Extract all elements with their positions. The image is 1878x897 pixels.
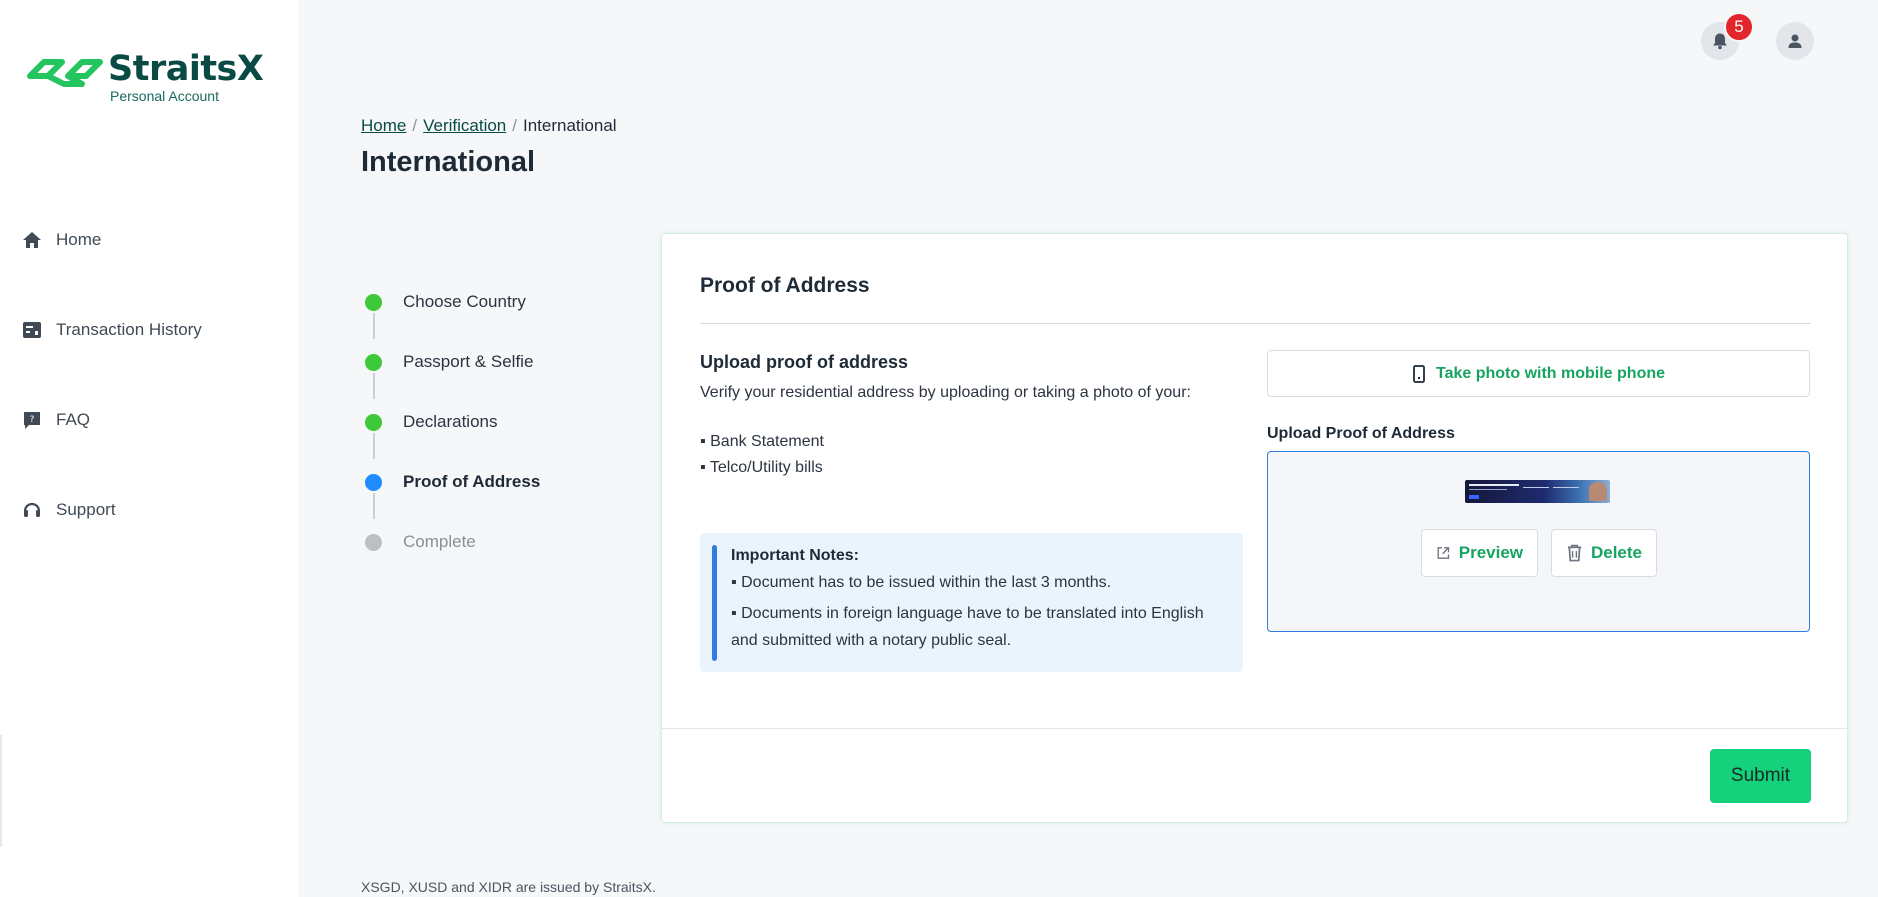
- sidebar-item-support[interactable]: Support: [0, 465, 298, 555]
- step-label: Passport & Selfie: [403, 352, 534, 371]
- notes-item: ▪ Documents in foreign language have to …: [731, 605, 1204, 649]
- card-title: Proof of Address: [700, 274, 870, 297]
- document-type-item: ▪ Telco/Utility bills: [700, 459, 823, 476]
- sidebar-item-transaction-history[interactable]: Transaction History: [0, 285, 298, 375]
- upload-instructions: Upload proof of address Verify your resi…: [700, 352, 1243, 481]
- uploaded-file-thumbnail: [1465, 480, 1610, 503]
- sidebar: StraitsX Personal Account Home Transacti…: [0, 0, 298, 897]
- notes-title: Important Notes:: [731, 547, 859, 564]
- notes-item: ▪ Document has to be issued within the l…: [731, 574, 1112, 591]
- sidebar-item-label: Support: [56, 500, 116, 519]
- trash-icon: [1567, 544, 1582, 562]
- step-status-dot: [365, 353, 382, 371]
- page-title: International: [361, 146, 536, 178]
- brand-subtitle: Personal Account: [110, 88, 219, 104]
- step-declarations: Declarations: [365, 392, 540, 459]
- notification-count-badge: 5: [1724, 12, 1754, 42]
- straitsx-logo-icon: [27, 59, 103, 87]
- document-type-item: ▪ Bank Statement: [700, 433, 824, 450]
- notes-accent-bar: [712, 545, 717, 661]
- step-status-dot: [365, 473, 382, 491]
- sidebar-item-home[interactable]: Home: [0, 195, 298, 285]
- breadcrumb-verification-link[interactable]: Verification: [423, 116, 506, 136]
- step-status-dot: [365, 413, 382, 431]
- preview-button[interactable]: Preview: [1421, 529, 1538, 577]
- proof-of-address-card: Proof of Address Upload proof of address…: [661, 233, 1848, 823]
- brand-logo[interactable]: StraitsX Personal Account: [24, 49, 264, 104]
- step-complete: Complete: [365, 512, 540, 572]
- svg-text:?: ?: [30, 415, 35, 425]
- footer-disclaimer: XSGD, XUSD and XIDR are issued by Strait…: [361, 879, 656, 895]
- upload-dropzone[interactable]: Preview Delete: [1267, 451, 1810, 632]
- upload-panel: Take photo with mobile phone Upload Proo…: [1267, 350, 1810, 632]
- breadcrumb-home-link[interactable]: Home: [361, 116, 406, 136]
- step-label: Choose Country: [403, 292, 526, 311]
- step-proof-of-address: Proof of Address: [365, 452, 541, 519]
- sidebar-edge-divider: [0, 735, 2, 847]
- document-type-list: ▪ Bank Statement ▪ Telco/Utility bills: [700, 429, 1243, 481]
- sidebar-nav: Home Transaction History ? FAQ Support: [0, 195, 298, 555]
- receipt-icon: [20, 318, 44, 342]
- submit-button[interactable]: Submit: [1710, 749, 1811, 803]
- sidebar-item-label: Home: [56, 230, 102, 249]
- upload-actions: Preview Delete: [1421, 529, 1657, 577]
- upload-field-label: Upload Proof of Address: [1267, 425, 1455, 442]
- mobile-phone-icon: [1413, 364, 1425, 383]
- step-label: Complete: [403, 532, 476, 551]
- delete-button[interactable]: Delete: [1551, 529, 1657, 577]
- important-notes: Important Notes: ▪ Document has to be is…: [700, 533, 1243, 672]
- step-status-dot: [365, 293, 382, 311]
- brand-name: StraitsX: [108, 49, 264, 89]
- headset-icon: [20, 498, 44, 522]
- breadcrumb-separator: /: [512, 116, 517, 135]
- breadcrumb-separator: /: [412, 116, 418, 135]
- step-label: Declarations: [403, 412, 498, 431]
- card-footer-divider: [662, 728, 1847, 729]
- card-divider: [700, 323, 1811, 324]
- take-photo-button[interactable]: Take photo with mobile phone: [1267, 350, 1810, 397]
- user-icon: [1788, 34, 1802, 48]
- step-choose-country: Choose Country: [365, 272, 540, 339]
- sidebar-item-label: Transaction History: [56, 320, 202, 339]
- step-label: Proof of Address: [403, 472, 541, 491]
- delete-label: Delete: [1590, 543, 1642, 562]
- upload-description: Verify your residential address by uploa…: [700, 384, 1191, 401]
- sidebar-item-label: FAQ: [56, 410, 91, 429]
- sidebar-item-faq[interactable]: ? FAQ: [0, 375, 298, 465]
- step-passport-selfie: Passport & Selfie: [365, 332, 540, 399]
- home-icon: [20, 228, 44, 252]
- profile-button[interactable]: [1776, 22, 1814, 60]
- preview-label: Preview: [1458, 543, 1523, 562]
- take-photo-label: Take photo with mobile phone: [1435, 364, 1666, 382]
- step-status-dot: [365, 533, 382, 551]
- upload-title: Upload proof of address: [700, 352, 909, 372]
- breadcrumb-current: International: [523, 116, 617, 135]
- verification-stepper: Choose Country Passport & Selfie Declara…: [365, 272, 540, 572]
- breadcrumb: Home / Verification / International: [361, 116, 617, 136]
- faq-icon: ?: [20, 408, 44, 432]
- external-link-icon: [1437, 547, 1450, 559]
